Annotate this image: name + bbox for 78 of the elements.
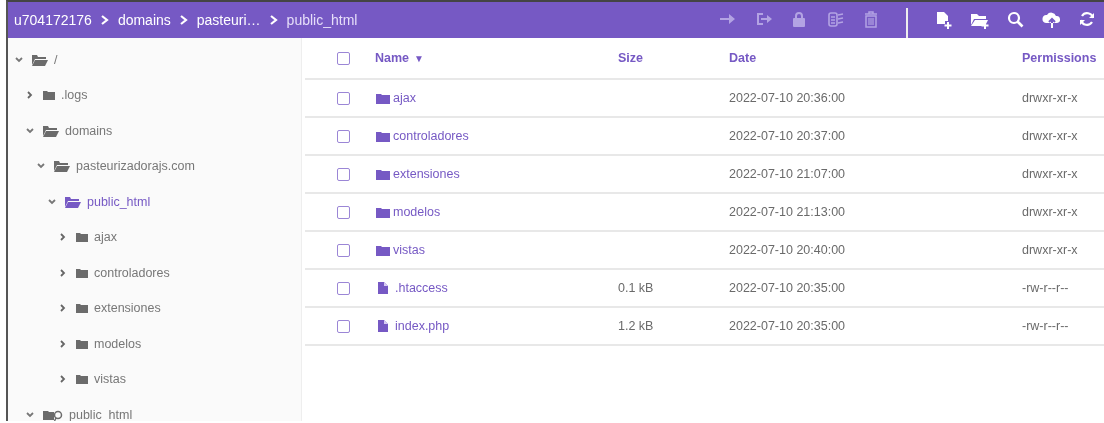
chevron-right-icon[interactable]: [58, 303, 68, 314]
folder-icon: [375, 205, 391, 219]
modified-date: 2022-07-10 20:35:00: [729, 281, 846, 295]
column-header[interactable]: Date: [729, 51, 757, 65]
breadcrumb-link[interactable]: pasteuri…: [196, 12, 261, 28]
folder-icon: [375, 91, 391, 105]
chevron-down-icon[interactable]: [25, 409, 35, 420]
checkbox[interactable]: [336, 319, 350, 333]
file-icon: [377, 281, 389, 295]
column-header[interactable]: Permissions: [1022, 51, 1097, 65]
folder-icon: [375, 167, 391, 181]
chevron-down-icon[interactable]: [14, 54, 24, 65]
sort-indicator[interactable]: ▼: [414, 52, 424, 64]
file-name[interactable]: controladores: [393, 129, 469, 143]
column-header[interactable]: Size: [618, 51, 643, 65]
modified-date: 2022-07-10 21:13:00: [729, 205, 846, 219]
checkbox[interactable]: [336, 129, 350, 143]
folder-icon: [42, 89, 56, 102]
permissions-text: drwxr-xr-x: [1022, 91, 1078, 105]
tree-item[interactable]: pasteurizadorajs.com: [76, 159, 195, 174]
chevron-right-icon[interactable]: [58, 338, 68, 349]
tree-item[interactable]: public_html: [69, 407, 133, 421]
tree-item[interactable]: public_html: [87, 194, 151, 209]
permissions-text: -rw-r--r--: [1022, 281, 1069, 295]
file-icon: [377, 319, 389, 333]
file-size: 1.2 kB: [618, 319, 654, 333]
breadcrumb-link[interactable]: domains: [117, 12, 171, 28]
file-name[interactable]: index.php: [395, 319, 450, 333]
tree-item[interactable]: domains: [65, 123, 113, 138]
tree-item[interactable]: ajax: [94, 230, 117, 245]
column-header[interactable]: Name: [375, 51, 410, 65]
chevron-down-icon[interactable]: [25, 125, 35, 136]
tree-item[interactable]: vistas: [94, 372, 126, 387]
permissions-text: -rw-r--r--: [1022, 319, 1069, 333]
file-name[interactable]: modelos: [393, 205, 441, 219]
checkbox[interactable]: [336, 281, 350, 295]
file-size: 0.1 kB: [618, 281, 654, 295]
chevron-right-icon[interactable]: [58, 232, 68, 243]
file-name[interactable]: extensiones: [393, 167, 460, 181]
permissions-text: drwxr-xr-x: [1022, 167, 1078, 181]
tree-item[interactable]: modelos: [94, 336, 142, 351]
modified-date: 2022-07-10 20:36:00: [729, 91, 846, 105]
folder-icon: [75, 337, 89, 350]
checkbox[interactable]: [336, 167, 350, 181]
folder-icon: [75, 266, 89, 279]
permissions-text: drwxr-xr-x: [1022, 243, 1078, 257]
chevron-down-icon[interactable]: [47, 196, 57, 207]
file-name[interactable]: vistas: [393, 243, 425, 257]
tree-item[interactable]: controladores: [94, 265, 170, 280]
tree-item[interactable]: extensiones: [94, 301, 161, 316]
open-folder-icon: [53, 159, 71, 174]
checkbox[interactable]: [336, 91, 350, 105]
checkbox[interactable]: [336, 205, 350, 219]
folder-icon: [75, 231, 89, 244]
file-name[interactable]: .htaccess: [395, 281, 448, 295]
permissions-text: drwxr-xr-x: [1022, 129, 1078, 143]
open-folder-icon: [31, 52, 49, 67]
folder-icon: [375, 243, 391, 257]
modified-date: 2022-07-10 20:37:00: [729, 129, 846, 143]
permissions-text: drwxr-xr-x: [1022, 205, 1078, 219]
tree-item[interactable]: /: [54, 52, 58, 67]
breadcrumb-link[interactable]: u704172176: [14, 12, 92, 28]
chevron-right-icon[interactable]: [25, 90, 35, 101]
open-folder-icon: [42, 123, 60, 138]
tree-item[interactable]: .logs: [61, 88, 88, 103]
open-folder-icon: [64, 194, 82, 209]
file-name[interactable]: ajax: [393, 91, 416, 105]
chevron-right-icon[interactable]: [58, 267, 68, 278]
modified-date: 2022-07-10 21:07:00: [729, 167, 846, 181]
chevron-right-icon[interactable]: [58, 374, 68, 385]
checkbox[interactable]: [336, 51, 350, 65]
breadcrumb-link[interactable]: public_html: [286, 12, 358, 28]
folder-icon: [75, 302, 89, 315]
folder-icon: [75, 373, 89, 386]
checkbox[interactable]: [336, 243, 350, 257]
modified-date: 2022-07-10 20:40:00: [729, 243, 846, 257]
folder-icon: [375, 129, 391, 143]
modified-date: 2022-07-10 20:35:00: [729, 319, 846, 333]
